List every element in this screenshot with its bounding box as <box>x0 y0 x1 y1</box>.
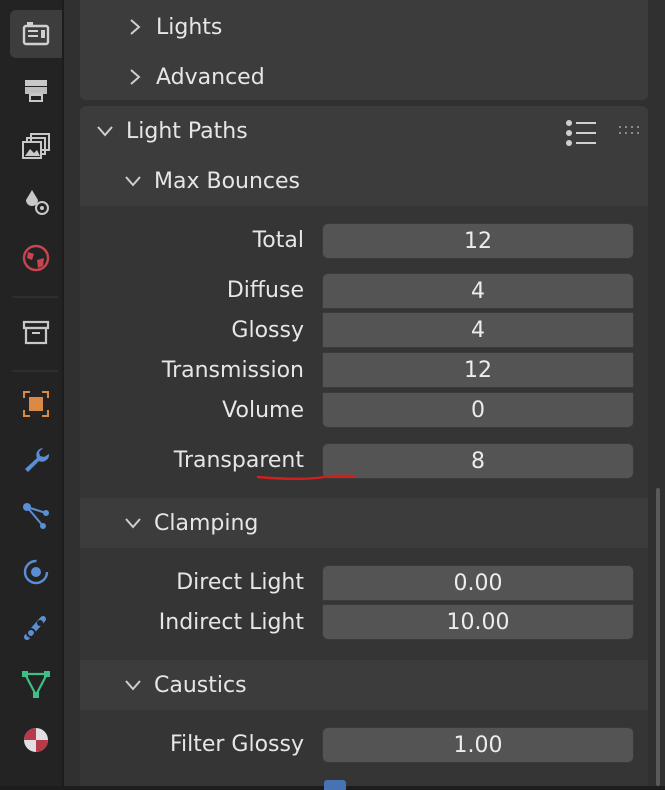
chevron-down-icon <box>125 518 141 529</box>
properties-tab-bar <box>0 0 62 786</box>
subpanel-title-lights: Lights <box>156 14 223 40</box>
presets-list-icon[interactable] <box>564 118 598 148</box>
tab-view-layer[interactable] <box>10 122 62 170</box>
label-glossy: Glossy <box>231 318 304 343</box>
tab-constraints[interactable] <box>10 604 62 652</box>
mesh-data-icon <box>22 671 50 698</box>
chevron-down-icon <box>125 680 141 691</box>
chevron-right-icon <box>130 19 141 35</box>
total-bounces-field[interactable]: 12 <box>322 223 634 259</box>
properties-editor: Lights Advanced Light Paths Max Bounces … <box>64 0 665 790</box>
world-icon <box>22 244 50 272</box>
tab-separator <box>12 370 58 372</box>
chevron-right-icon <box>130 69 141 85</box>
tab-data[interactable] <box>10 660 62 708</box>
label-filter-glossy: Filter Glossy <box>169 732 304 757</box>
output-printer-icon <box>25 80 47 102</box>
label-diffuse: Diffuse <box>226 278 304 303</box>
tab-object[interactable] <box>10 380 62 428</box>
tab-render[interactable] <box>10 10 62 58</box>
volume-bounces-field[interactable]: 0 <box>322 392 634 428</box>
constraints-icon <box>24 616 46 640</box>
red-annotation-underline <box>256 474 356 481</box>
label-direct-light: Direct Light <box>176 570 304 595</box>
label-indirect-light: Indirect Light <box>158 610 304 635</box>
subpanel-title-advanced: Advanced <box>156 64 265 90</box>
subpanel-header-lights[interactable]: Lights <box>124 5 222 49</box>
tab-world[interactable] <box>10 234 62 282</box>
view-layer-icon <box>22 133 50 159</box>
transparent-bounces-field[interactable]: 8 <box>322 443 634 479</box>
direct-light-clamp-field[interactable]: 0.00 <box>322 565 634 601</box>
transmission-bounces-field[interactable]: 12 <box>322 352 634 388</box>
tab-scene[interactable] <box>10 178 62 226</box>
subpanel-title-caustics: Caustics <box>154 672 247 698</box>
tab-output[interactable] <box>10 66 62 114</box>
subpanel-header-max-bounces[interactable]: Max Bounces <box>122 159 300 203</box>
diffuse-bounces-field[interactable]: 4 <box>322 273 634 309</box>
tab-physics[interactable] <box>10 548 62 596</box>
label-transmission: Transmission <box>161 358 304 383</box>
subpanel-header-clamping[interactable]: Clamping <box>122 501 258 545</box>
wrench-icon <box>25 448 50 472</box>
scene-icon <box>26 190 49 215</box>
tab-separator <box>12 296 58 298</box>
tab-material[interactable] <box>10 716 62 764</box>
label-total: Total <box>252 228 304 253</box>
physics-icon <box>23 559 49 585</box>
particles-icon <box>23 503 49 529</box>
subpanel-header-advanced[interactable]: Advanced <box>124 55 265 99</box>
material-icon <box>24 728 48 752</box>
glossy-bounces-field[interactable]: 4 <box>322 312 634 348</box>
subpanel-title-max-bounces: Max Bounces <box>154 168 301 194</box>
tab-collection[interactable] <box>10 308 62 356</box>
panel-title-light-paths: Light Paths <box>126 118 248 144</box>
render-camera-icon <box>22 22 50 46</box>
drag-handle-icon[interactable] <box>618 124 642 138</box>
chevron-down-icon <box>125 176 141 187</box>
chevron-down-icon <box>97 126 113 137</box>
vertical-scrollbar[interactable] <box>656 488 660 786</box>
subpanel-title-clamping: Clamping <box>154 510 259 536</box>
checkbox-partial[interactable] <box>324 780 346 790</box>
tab-particles[interactable] <box>10 492 62 540</box>
indirect-light-clamp-field[interactable]: 10.00 <box>322 604 634 640</box>
filter-glossy-field[interactable]: 1.00 <box>322 727 634 763</box>
object-icon <box>23 391 49 417</box>
subpanel-header-caustics[interactable]: Caustics <box>122 663 247 707</box>
collection-icon <box>22 320 50 345</box>
panel-header-light-paths[interactable]: Light Paths <box>94 109 248 153</box>
label-volume: Volume <box>222 398 304 423</box>
tab-modifiers[interactable] <box>10 436 62 484</box>
